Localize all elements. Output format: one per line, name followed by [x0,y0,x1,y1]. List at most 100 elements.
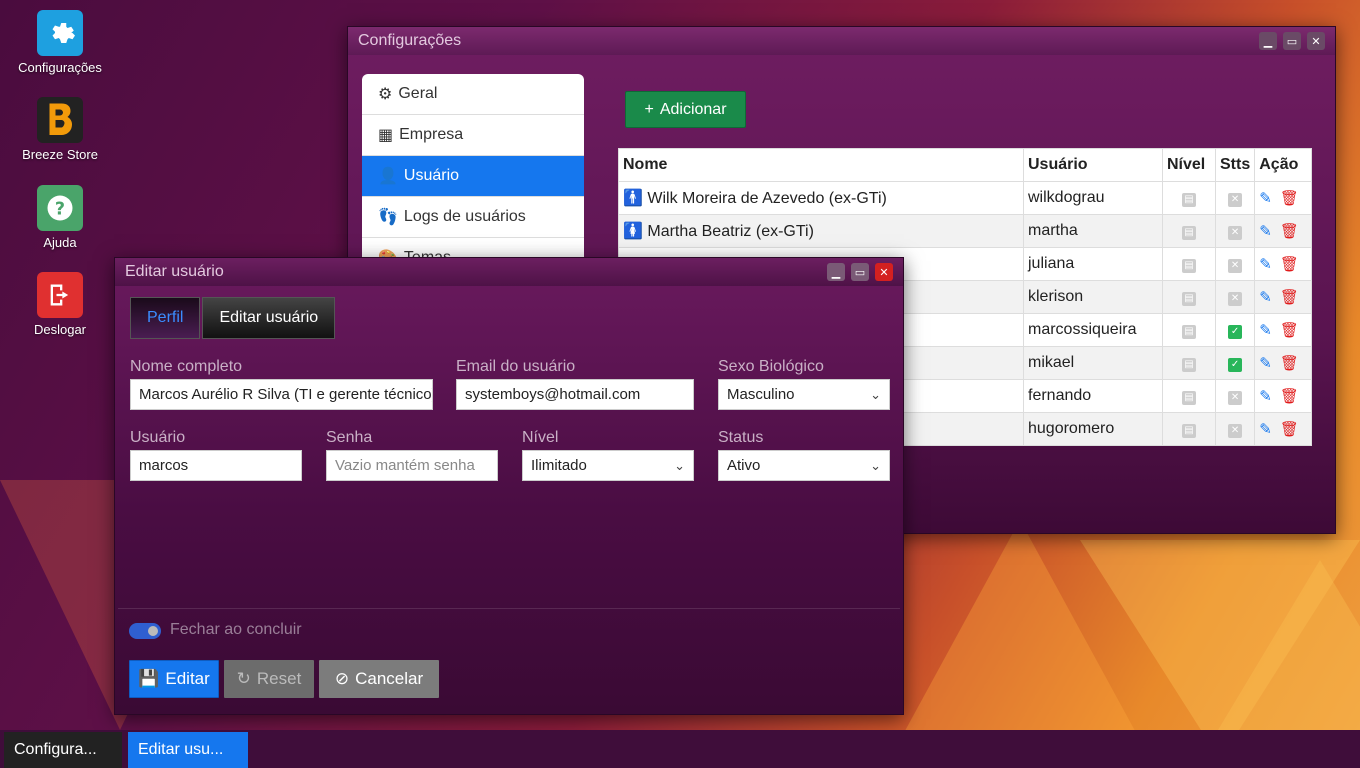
pencil-icon[interactable]: ✎ [1259,222,1272,240]
pencil-icon[interactable]: ✎ [1259,354,1272,372]
x-icon[interactable]: ✕ [1228,292,1243,306]
check-icon[interactable]: ✓ [1228,358,1243,372]
female-icon: 🚺 [623,223,643,240]
cell-acao: ✎ 🗑 [1254,412,1312,446]
cell-nivel: ▤ [1162,247,1216,281]
ban-icon: ⊘ [334,669,350,688]
plus-icon: + [644,100,654,118]
cancel-button[interactable]: ⊘ Cancelar [319,660,439,698]
cell-usuario: hugoromero [1023,412,1163,446]
usuario-field[interactable]: marcos [130,450,302,481]
status-select[interactable]: Ativo ⌄ [718,450,890,481]
level-icon: ▤ [1182,226,1196,240]
desktop-icon-breeze-store[interactable]: Breeze Store [0,97,120,162]
edit-user-window: Editar usuário ▁ ▭ ✕ Perfil Editar usuár… [114,257,904,715]
chevron-down-icon: ⌄ [870,386,881,402]
taskbar-item-editar-usuario[interactable]: Editar usu... [128,732,248,768]
cell-status: ✕ [1214,412,1256,446]
male-icon: 🚹 [623,190,643,207]
sidebar-item-logs[interactable]: 👣 Logs de usuários [362,197,584,238]
edit-tabs: Perfil Editar usuário [130,297,336,339]
column-header-usuario[interactable]: Usuário [1023,148,1163,182]
window-title: Configurações [358,32,462,49]
pencil-icon[interactable]: ✎ [1259,288,1272,306]
close-button[interactable]: ✕ [875,263,893,281]
settings-sidebar: ⚙ Geral ▦ Empresa 👤 Usuário 👣 Logs de us… [362,74,584,279]
cell-status: ✕ [1214,181,1256,215]
trash-icon[interactable]: 🗑 [1280,321,1299,339]
check-icon[interactable]: ✓ [1228,325,1243,339]
trash-icon[interactable]: 🗑 [1280,288,1299,306]
table-header-row: Nome Usuário Nível Stts Ação [618,148,1312,182]
maximize-button[interactable]: ▭ [1283,32,1301,50]
cell-nivel: ▤ [1162,313,1216,347]
user-name: Wilk Moreira de Azevedo (ex-GTi) [647,190,887,207]
nome-field[interactable]: Marcos Aurélio R Silva (TI e gerente téc… [130,379,433,410]
cell-status: ✕ [1214,247,1256,281]
edit-button[interactable]: 💾 Editar [129,660,219,698]
nivel-select[interactable]: Ilimitado ⌄ [522,450,694,481]
trash-icon[interactable]: 🗑 [1280,387,1299,405]
cell-nivel: ▤ [1162,280,1216,314]
desktop-icon-label: Deslogar [33,322,87,337]
trash-icon[interactable]: 🗑 [1280,420,1299,438]
desktop-icon-label: Breeze Store [22,147,98,162]
store-icon [37,97,83,143]
pencil-icon[interactable]: ✎ [1259,255,1272,273]
gear-icon [37,10,83,56]
trash-icon[interactable]: 🗑 [1280,222,1299,240]
trash-icon[interactable]: 🗑 [1280,255,1299,273]
pencil-icon[interactable]: ✎ [1259,321,1272,339]
x-icon[interactable]: ✕ [1228,424,1243,438]
chevron-down-icon: ⌄ [674,457,685,473]
email-field[interactable]: systemboys@hotmail.com [456,379,694,410]
maximize-button[interactable]: ▭ [851,263,869,281]
level-icon: ▤ [1182,193,1196,207]
sidebar-item-geral[interactable]: ⚙ Geral [362,74,584,115]
sidebar-item-usuario[interactable]: 👤 Usuário [362,156,584,197]
cell-usuario: marcossiqueira [1023,313,1163,347]
column-header-nome[interactable]: Nome [618,148,1024,182]
x-icon[interactable]: ✕ [1228,226,1243,240]
cell-acao: ✎ 🗑 [1254,181,1312,215]
senha-field[interactable]: Vazio mantém senha [326,450,498,481]
cell-usuario: wilkdograu [1023,181,1163,215]
desktop-icon-configuracoes[interactable]: Configurações [0,10,120,75]
close-on-finish-toggle[interactable] [129,623,161,639]
taskbar-item-configuracoes[interactable]: Configura... [4,732,122,768]
table-row[interactable]: 🚹 Wilk Moreira de Azevedo (ex-GTi) wilkdo… [618,181,1312,215]
cell-nivel: ▤ [1162,412,1216,446]
config-titlebar[interactable]: Configurações ▁ ▭ ✕ [348,27,1335,55]
column-header-stts[interactable]: Stts [1214,148,1256,182]
pencil-icon[interactable]: ✎ [1259,387,1272,405]
add-user-button[interactable]: + Adicionar [625,91,746,128]
cell-usuario: juliana [1023,247,1163,281]
pencil-icon[interactable]: ✎ [1259,420,1272,438]
minimize-button[interactable]: ▁ [827,263,845,281]
pencil-icon[interactable]: ✎ [1259,189,1272,207]
trash-icon[interactable]: 🗑 [1280,354,1299,372]
minimize-button[interactable]: ▁ [1259,32,1277,50]
cancel-button-label: Cancelar [355,669,424,688]
cell-acao: ✎ 🗑 [1254,379,1312,413]
cell-acao: ✎ 🗑 [1254,214,1312,248]
x-icon[interactable]: ✕ [1228,391,1243,405]
divider [118,608,900,609]
sidebar-item-empresa[interactable]: ▦ Empresa [362,115,584,156]
edit-titlebar[interactable]: Editar usuário ▁ ▭ ✕ [115,258,903,286]
footprints-icon: 👣 [378,209,398,226]
desktop-icon-ajuda[interactable]: ? Ajuda [0,185,120,250]
close-button[interactable]: ✕ [1307,32,1325,50]
tab-perfil[interactable]: Perfil [130,297,201,339]
trash-icon[interactable]: 🗑 [1280,189,1299,207]
reset-button[interactable]: ↻ Reset [224,660,314,698]
column-header-nivel[interactable]: Nível [1162,148,1216,182]
cell-acao: ✎ 🗑 [1254,346,1312,380]
table-row[interactable]: 🚺 Martha Beatriz (ex-GTi) martha ▤ ✕ ✎ 🗑 [618,214,1312,248]
tab-editar-usuario[interactable]: Editar usuário [202,297,336,339]
x-icon[interactable]: ✕ [1228,259,1243,273]
desktop-icon-deslogar[interactable]: Deslogar [0,272,120,337]
sexo-select[interactable]: Masculino ⌄ [718,379,890,410]
x-icon[interactable]: ✕ [1228,193,1243,207]
svg-text:?: ? [55,199,65,219]
